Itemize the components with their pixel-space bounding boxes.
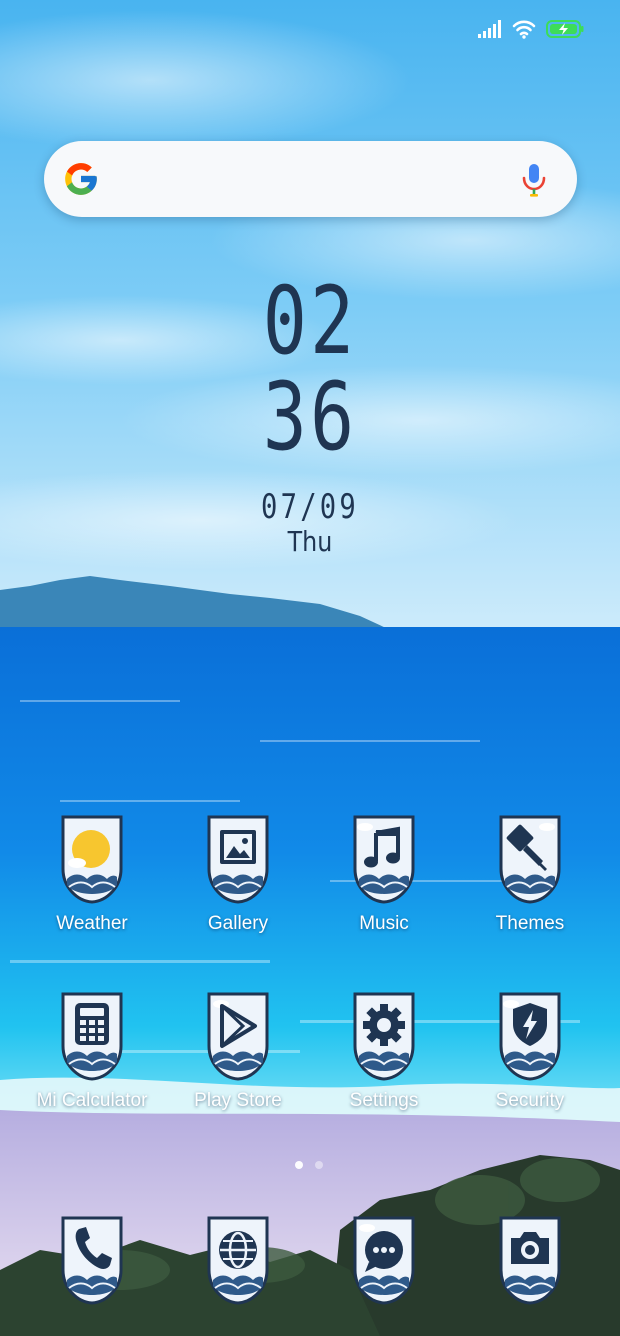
google-g-icon	[65, 163, 97, 195]
signal-bars-icon	[478, 20, 501, 38]
home-screen: 02 36 07/09 Thu Weather Gallery Music Th…	[0, 0, 620, 1336]
play-store-icon	[207, 992, 269, 1081]
shield-bolt-icon	[499, 992, 561, 1081]
dock-messages[interactable]	[319, 1214, 449, 1336]
app-label-play-store: Play Store	[194, 1090, 282, 1111]
app-mi-calculator[interactable]: Mi Calculator	[27, 990, 157, 1130]
clock-minutes[interactable]: 36	[68, 371, 552, 465]
app-themes[interactable]: Themes	[465, 813, 595, 953]
page-indicator	[295, 1161, 323, 1169]
app-label-weather: Weather	[56, 913, 128, 934]
browser-globe-icon	[207, 1216, 269, 1305]
status-bar	[478, 14, 584, 44]
app-music[interactable]: Music	[319, 813, 449, 953]
page-dot-current	[295, 1161, 303, 1169]
app-security[interactable]: Security	[465, 990, 595, 1130]
messages-icon	[353, 1216, 415, 1305]
app-play-store[interactable]: Play Store	[173, 990, 303, 1130]
gallery-image-icon	[207, 815, 269, 904]
calculator-icon	[61, 992, 123, 1081]
page-dot	[315, 1161, 323, 1169]
app-gallery[interactable]: Gallery	[173, 813, 303, 953]
google-search-bar[interactable]	[44, 141, 577, 217]
gear-icon	[353, 992, 415, 1081]
camera-icon	[499, 1216, 561, 1305]
battery-charging-icon	[546, 20, 584, 38]
clock-hours[interactable]: 02	[68, 275, 552, 369]
app-weather[interactable]: Weather	[27, 813, 157, 953]
app-label-mi-calculator: Mi Calculator	[36, 1090, 148, 1111]
app-label-security: Security	[495, 1090, 565, 1111]
phone-icon	[61, 1216, 123, 1305]
microphone-icon[interactable]	[521, 163, 547, 197]
clock-date: 07/09	[261, 487, 359, 527]
app-label-music: Music	[359, 913, 409, 934]
app-settings[interactable]: Settings	[319, 990, 449, 1130]
paint-brush-icon	[499, 815, 561, 904]
app-label-themes: Themes	[495, 913, 565, 934]
weather-sun-icon	[61, 815, 123, 904]
dock-phone[interactable]	[27, 1214, 157, 1336]
music-note-icon	[353, 815, 415, 904]
app-label-gallery: Gallery	[207, 913, 269, 934]
wifi-icon	[512, 20, 536, 39]
dock-camera[interactable]	[465, 1214, 595, 1336]
dock-browser[interactable]	[173, 1214, 303, 1336]
app-label-settings: Settings	[349, 1090, 419, 1111]
clock-day: Thu	[287, 525, 333, 558]
